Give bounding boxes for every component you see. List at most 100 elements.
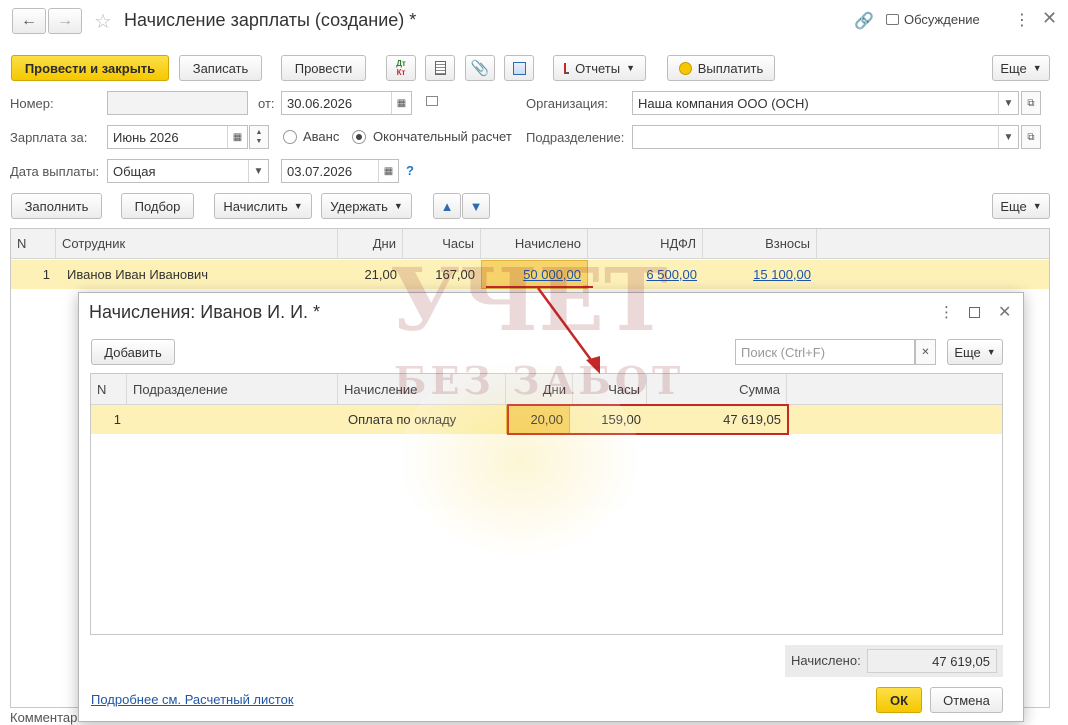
reports-button[interactable]: Отчеты ▼ [553,55,646,81]
row-days: 21,00 [364,267,397,282]
row-contrib[interactable]: 15 100,00 [753,267,811,282]
stepper-down-icon[interactable]: ▼ [256,137,263,146]
number-field[interactable] [107,91,248,115]
document-list-button[interactable] [425,55,455,81]
calendar-icon[interactable]: ▦ [378,160,398,182]
pay-button[interactable]: Выплатить [667,55,775,81]
notes-icon[interactable] [426,96,438,106]
col-accrual[interactable]: Начисление [338,374,506,404]
chevron-down-icon: ▼ [293,201,303,211]
more-vertical-icon[interactable]: ⋮ [1014,10,1030,30]
discussion-label: Обсуждение [904,12,980,27]
row-contrib-cell[interactable]: 15 100,00 [703,260,817,289]
move-up-button[interactable]: ▲ [433,193,461,219]
header-bar: ← → ☆ Начисление зарплаты (создание) * 🔗… [0,0,1068,44]
col-accrued[interactable]: Начислено [481,229,588,258]
calendar-icon[interactable]: ▦ [391,92,411,114]
move-down-button[interactable]: ▼ [462,193,490,219]
accrue-button[interactable]: Начислить ▼ [214,193,312,219]
pay-date-value: 03.07.2026 [287,163,353,179]
row-ndfl[interactable]: 6 500,00 [646,267,697,282]
chevron-down-icon: ▼ [393,201,403,211]
division-field[interactable]: ▼ [632,125,1019,149]
organization-value: Наша компания ООО (ОСН) [638,95,809,111]
organization-field[interactable]: Наша компания ООО (ОСН) ▼ [632,91,1019,115]
pay-date-type-value: Общая [113,163,156,179]
attach-button[interactable]: 📎 [465,55,495,81]
col-division[interactable]: Подразделение [127,374,338,404]
hierarchy-icon [512,61,526,75]
salary-period-field[interactable]: Июнь 2026 ▦ [107,125,248,149]
pay-date-type-select[interactable]: Общая ▼ [107,159,269,183]
dt-kt-button[interactable]: Дт Кт [386,55,416,81]
fill-button[interactable]: Заполнить [11,193,102,219]
save-button[interactable]: Записать [179,55,262,81]
close-icon[interactable]: ✕ [1042,8,1057,29]
salary-period-value: Июнь 2026 [113,129,179,145]
arrow-down-icon: ▼ [469,198,483,214]
chevron-down-icon: ▼ [986,347,996,357]
link-icon[interactable]: 🔗 [854,11,874,31]
ok-button[interactable]: ОК [876,687,922,713]
favorite-star-icon[interactable]: ☆ [94,9,112,34]
comment-label: Комментар [10,710,78,725]
discussion-button[interactable]: Обсуждение [886,12,980,27]
col-contrib[interactable]: Взносы [703,229,817,258]
employees-table-header: N Сотрудник Дни Часы Начислено НДФЛ Взно… [11,229,1049,259]
search-input[interactable]: Поиск (Ctrl+F) [735,339,915,365]
add-button[interactable]: Добавить [91,339,175,365]
advance-radio[interactable] [283,130,297,144]
pay-date-field[interactable]: 03.07.2026 ▦ [281,159,399,183]
withhold-button[interactable]: Удержать ▼ [321,193,412,219]
back-button[interactable]: ← [12,8,46,34]
stepper-up-icon[interactable]: ▲ [256,128,263,137]
more-label: Еще [1000,60,1027,76]
pay-date-label: Дата выплаты: [10,164,100,179]
table-more-label: Еще [1000,198,1027,214]
col-n[interactable]: N [11,229,56,258]
paperclip-icon: 📎 [470,60,490,77]
cancel-button[interactable]: Отмена [930,687,1003,713]
structure-button[interactable] [504,55,534,81]
period-stepper[interactable]: ▲ ▼ [249,125,269,149]
highlight-box [507,404,789,435]
total-value: 47 619,05 [932,653,990,669]
table-more-button[interactable]: Еще ▼ [992,193,1050,219]
date-from-label: от: [258,96,275,111]
col-n[interactable]: N [91,374,127,404]
col-ndfl[interactable]: НДФЛ [588,229,703,258]
row-n: 1 [42,267,50,282]
dt-kt-icon: Дт Кт [396,59,406,77]
chevron-down-icon: ▼ [1032,201,1042,211]
open-organization-button[interactable]: ⧉ [1021,91,1041,115]
help-icon[interactable]: ? [406,163,414,178]
chevron-down-icon[interactable]: ▼ [248,160,268,182]
accruals-table: N Подразделение Начисление Дни Часы Сумм… [90,373,1003,635]
more-button[interactable]: Еще ▼ [992,55,1050,81]
post-button[interactable]: Провести [281,55,366,81]
clear-search-button[interactable]: ✕ [915,339,936,365]
post-and-close-button[interactable]: Провести и закрыть [11,55,169,81]
date-field[interactable]: 30.06.2026 ▦ [281,91,412,115]
col-hours[interactable]: Часы [403,229,481,258]
withhold-label: Удержать [330,198,388,214]
maximize-icon[interactable] [969,307,980,318]
close-icon[interactable]: ✕ [998,302,1011,322]
col-sum[interactable]: Сумма [647,374,787,404]
open-division-button[interactable]: ⧉ [1021,125,1041,149]
payslip-link[interactable]: Подробнее см. Расчетный листок [91,692,294,707]
forward-button[interactable]: → [48,8,82,34]
calendar-icon[interactable]: ▦ [227,126,247,148]
row-division [131,405,337,434]
final-calculation-radio[interactable] [352,130,366,144]
chevron-down-icon[interactable]: ▼ [998,92,1018,114]
more-vertical-icon[interactable]: ⋮ [939,303,954,321]
select-button[interactable]: Подбор [121,193,194,219]
dialog-more-button[interactable]: Еще ▼ [947,339,1003,365]
row-accrued[interactable]: 50 000,00 [523,267,581,282]
col-employee[interactable]: Сотрудник [56,229,338,258]
date-value: 30.06.2026 [287,95,353,111]
chevron-down-icon[interactable]: ▼ [998,126,1018,148]
col-days[interactable]: Дни [338,229,403,258]
window-title: Начисление зарплаты (создание) * [124,10,417,30]
